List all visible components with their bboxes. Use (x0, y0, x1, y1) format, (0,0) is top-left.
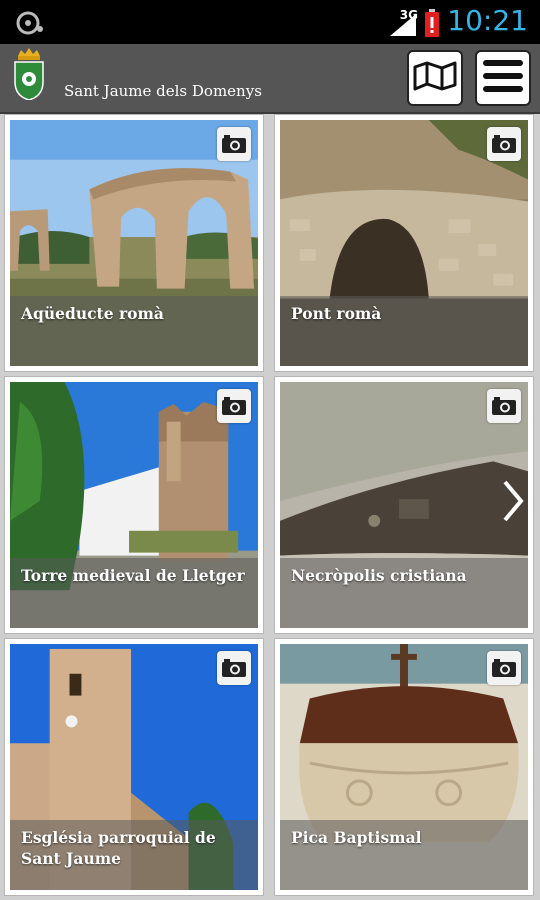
clock: 10:21 (447, 4, 528, 37)
poi-caption: Torre medieval de Lletger (10, 558, 258, 628)
hamburger-menu-icon (483, 59, 523, 97)
poi-label: Torre medieval de Lletger (21, 566, 245, 585)
poi-tile-tower[interactable]: Torre medieval de Lletger (4, 376, 264, 634)
poi-caption: Necròpolis cristiana (280, 558, 528, 628)
camera-icon[interactable] (217, 651, 251, 685)
poi-label: Pont romà (291, 304, 382, 323)
folded-map-icon (413, 61, 457, 95)
poi-caption: Pica Baptismal (280, 820, 528, 890)
app-title: Sant Jaume dels Domenys (64, 82, 262, 100)
poi-caption: Aqüeducte romà (10, 296, 258, 366)
municipal-crest-icon (12, 48, 46, 104)
poi-label: Aqüeducte romà (21, 304, 164, 323)
menu-button[interactable] (475, 50, 531, 106)
poi-tile-necropolis[interactable]: Necròpolis cristiana (274, 376, 534, 634)
camera-icon[interactable] (487, 651, 521, 685)
poi-tile-aqueduct[interactable]: Aqüeducte romà (4, 114, 264, 372)
poi-caption: Església parroquial de Sant Jaume (10, 820, 258, 890)
status-bar: 3G 10:21 (0, 0, 540, 44)
poi-tile-bridge[interactable]: Pont romà (274, 114, 534, 372)
camera-icon[interactable] (217, 127, 251, 161)
camera-icon[interactable] (487, 389, 521, 423)
poi-tile-church[interactable]: Església parroquial de Sant Jaume (4, 638, 264, 896)
poi-label: Pica Baptismal (291, 828, 422, 847)
signal-icon (390, 14, 418, 40)
map-button[interactable] (407, 50, 463, 106)
poi-label: Església parroquial de Sant Jaume (21, 828, 216, 868)
camera-icon[interactable] (487, 127, 521, 161)
battery-alert-icon (424, 9, 440, 41)
app-bar: Sant Jaume dels Domenys (0, 44, 540, 114)
poi-grid: Aqüeducte romà Pont romà Torre medieval … (0, 114, 540, 900)
camera-icon[interactable] (217, 389, 251, 423)
chevron-right-icon[interactable] (501, 479, 525, 527)
poi-caption: Pont romà (280, 296, 528, 366)
poi-tile-baptismal-font[interactable]: Pica Baptismal (274, 638, 534, 896)
disc-icon (16, 10, 44, 40)
poi-label: Necròpolis cristiana (291, 566, 467, 585)
